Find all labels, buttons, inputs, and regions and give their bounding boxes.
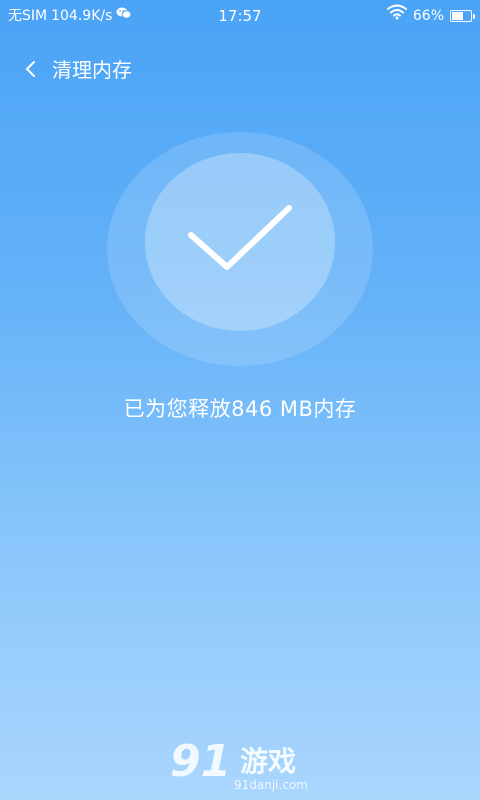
watermark-name: 游戏: [240, 745, 297, 778]
wifi-icon: [386, 0, 407, 32]
header: 清理内存: [0, 50, 480, 90]
battery-fill: [452, 12, 464, 20]
battery-percent: 66%: [412, 8, 444, 24]
status-bar: 无SIM 104.9K/s 17:57 66%: [0, 0, 480, 32]
watermark-logo: 91: [170, 736, 232, 787]
memory-clean-result-screen: 无SIM 104.9K/s 17:57 66% 清理内存 已为您释放846 MB…: [0, 0, 480, 800]
watermark-url: 91danji.com: [234, 778, 308, 792]
chevron-left-icon: [26, 61, 35, 77]
watermark: 91 游戏 91danji.com: [170, 740, 320, 796]
back-button[interactable]: [14, 52, 48, 86]
battery-icon: [450, 10, 475, 22]
status-right: 66%: [386, 0, 475, 32]
result-message: 已为您释放846 MB内存: [123, 397, 357, 421]
checkmark-icon: [188, 205, 292, 270]
page-title: 清理内存: [52, 58, 132, 82]
